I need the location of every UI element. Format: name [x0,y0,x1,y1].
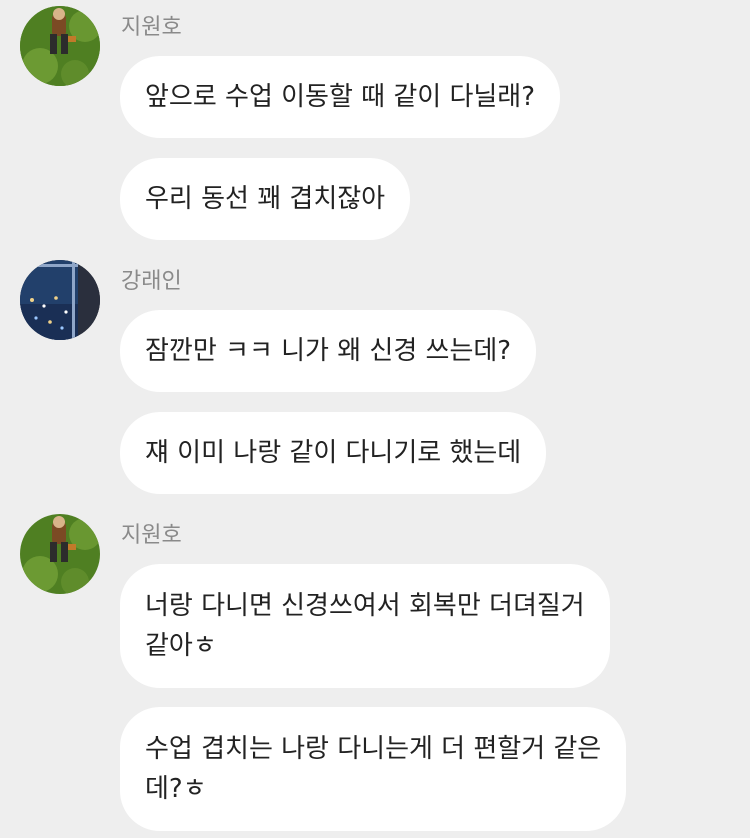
sender-name: 강래인 [121,269,182,294]
message-text-line: 같아ㅎ [145,631,217,661]
message-bubble[interactable]: 쟤 이미 나랑 같이 다니기로 했는데 [120,412,547,494]
sender-name: 지원호 [121,523,182,548]
message-text: 잠깐만 ㅋㅋ 니가 왜 신경 쓰는데? [145,336,512,366]
message-text: 앞으로 수업 이동할 때 같이 다닐래? [145,82,536,112]
message-bubble[interactable]: 너랑 다니면 신경쓰여서 회복만 더뎌질거 같아ㅎ [120,564,610,688]
message-bubble[interactable]: 잠깐만 ㅋㅋ 니가 왜 신경 쓰는데? [120,310,537,392]
message-bubble[interactable]: 앞으로 수업 이동할 때 같이 다닐래? [120,56,561,138]
message-text: 우리 동선 꽤 겹치잖아 [145,184,386,214]
message-text: 쟤 이미 나랑 같이 다니기로 했는데 [145,438,522,468]
avatar[interactable] [20,260,100,340]
profile-photo-grass-icon [20,514,100,594]
message-text-line: 데?ㅎ [145,774,207,804]
profile-photo-night-window-icon [20,260,100,340]
sender-name: 지원호 [121,15,182,40]
message-bubble[interactable]: 수업 겹치는 나랑 다니는게 더 편할거 같은 데?ㅎ [120,707,627,831]
message-text-line: 너랑 다니면 신경쓰여서 회복만 더뎌질거 [145,591,585,621]
message-bubble[interactable]: 우리 동선 꽤 겹치잖아 [120,158,411,240]
avatar[interactable] [20,514,100,594]
avatar[interactable] [20,6,100,86]
message-text-line: 수업 겹치는 나랑 다니는게 더 편할거 같은 [145,734,602,764]
profile-photo-grass-icon [20,6,100,86]
